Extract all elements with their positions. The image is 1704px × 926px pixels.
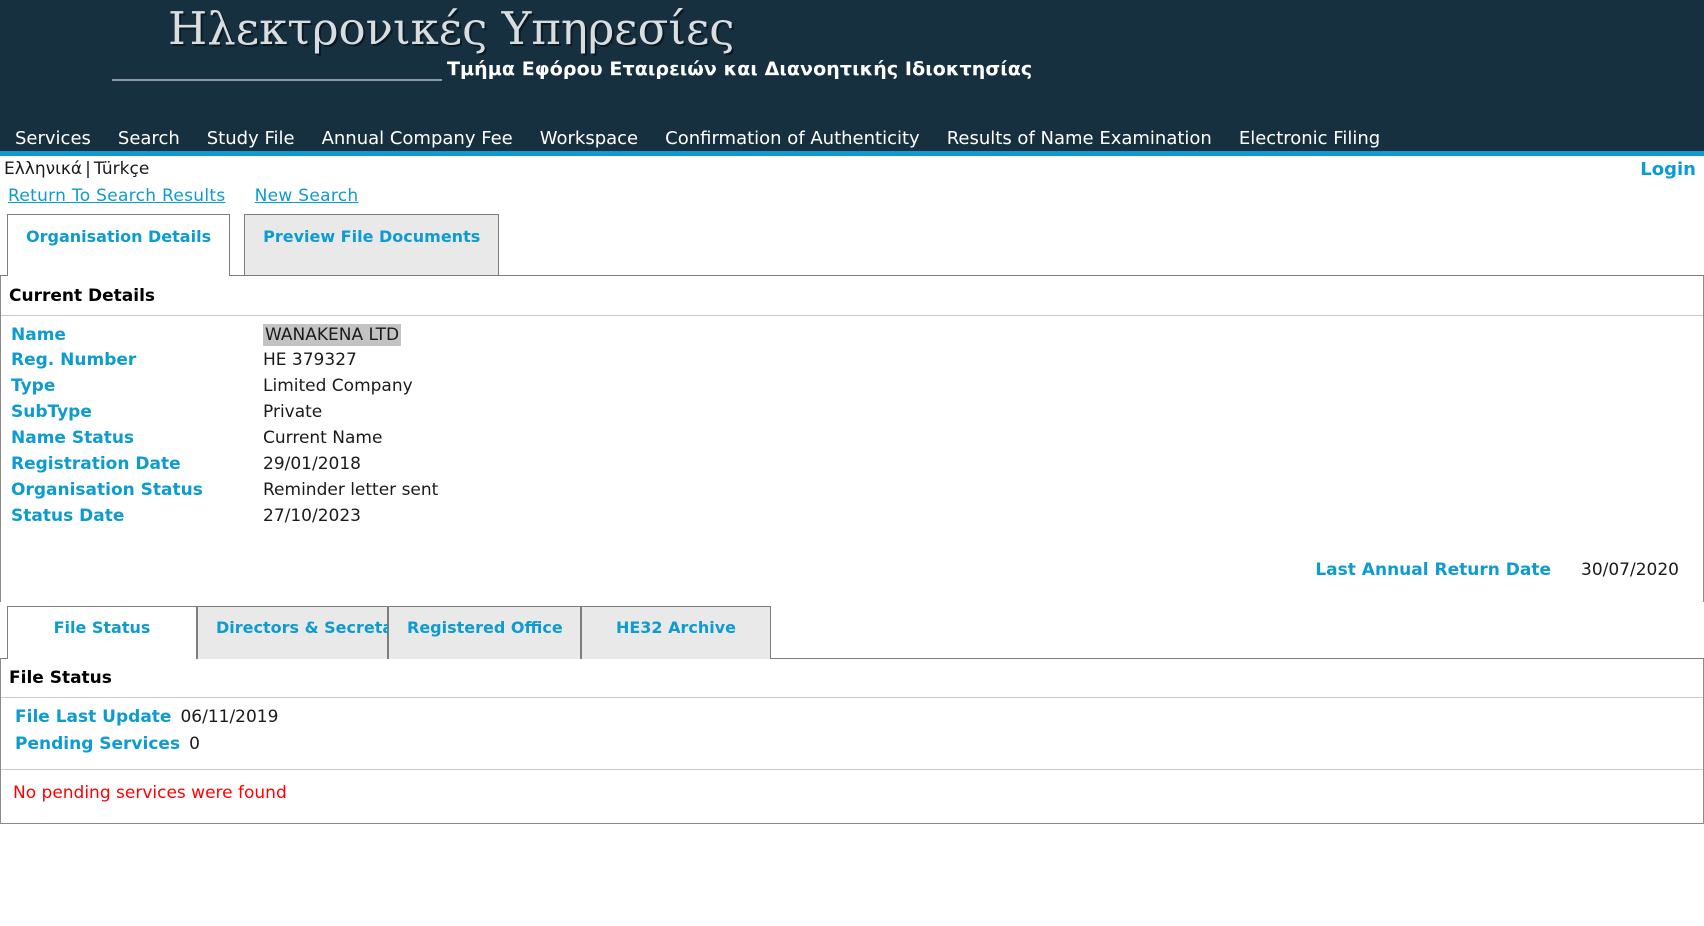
detail-label-organisation-status: Organisation Status: [11, 480, 203, 500]
tab-preview-file-documents-label: Preview File Documents: [263, 227, 481, 246]
detail-row-name: Name WANAKENA LTD: [1, 324, 1703, 350]
subtab-he32-archive[interactable]: HE32 Archive: [581, 606, 771, 659]
file-last-update-label: File Last Update: [15, 707, 172, 727]
detail-row-type: Type Limited Company: [1, 376, 1703, 402]
language-separator: |: [85, 159, 91, 179]
detail-row-organisation-status: Organisation Status Reminder letter sent: [1, 480, 1703, 506]
file-last-update-value: 06/11/2019: [180, 707, 279, 727]
detail-row-name-status: Name Status Current Name: [1, 428, 1703, 454]
current-details-title: Current Details: [1, 276, 1703, 316]
detail-value-name-status: Current Name: [263, 428, 383, 448]
subtab-directors-and-secretaries[interactable]: Directors & Secretaries: [197, 606, 427, 659]
file-status-title: File Status: [1, 659, 1703, 698]
detail-value-registration-date: 29/01/2018: [263, 454, 361, 474]
brand-subtitle: Τμήμα Εφόρου Εταιρειών και Διανοητικής Ι…: [447, 58, 1033, 80]
detail-row-subtype: SubType Private: [1, 402, 1703, 428]
detail-value-reg-number: HE 379327: [263, 350, 357, 370]
language-link-turkish[interactable]: Türkçe: [94, 159, 149, 179]
nav-item-services[interactable]: Services: [2, 128, 105, 150]
last-annual-return-row: Last Annual Return Date 30/07/2020: [1, 536, 1703, 602]
detail-value-type: Limited Company: [263, 376, 413, 396]
action-links-bar: Return To Search Results New Search: [0, 182, 1704, 214]
detail-label-subtype: SubType: [11, 402, 92, 422]
brand-title: Ηλεκτρονικές Υπηρεσίες: [168, 2, 735, 55]
subtab-registered-office-label: Registered Office: [407, 618, 563, 637]
nav-item-results-of-name-examination[interactable]: Results of Name Examination: [934, 128, 1226, 150]
current-details-rows: Name WANAKENA LTD Reg. Number HE 379327 …: [1, 316, 1703, 536]
detail-row-registration-date: Registration Date 29/01/2018: [1, 454, 1703, 480]
nav-item-study-file[interactable]: Study File: [194, 128, 309, 150]
detail-label-registration-date: Registration Date: [11, 454, 181, 474]
detail-row-reg-number: Reg. Number HE 379327: [1, 350, 1703, 376]
file-status-rows: File Last Update 06/11/2019 Pending Serv…: [1, 698, 1703, 769]
nav-item-search[interactable]: Search: [105, 128, 194, 150]
file-status-panel: File Status File Last Update 06/11/2019 …: [0, 658, 1704, 824]
language-bar: Ελληνικά | Türkçe Login: [0, 156, 1704, 182]
login-link[interactable]: Login: [1640, 159, 1696, 180]
detail-value-status-date: 27/10/2023: [263, 506, 361, 526]
detail-label-name: Name: [11, 325, 66, 345]
tab-organisation-details[interactable]: Organisation Details: [7, 214, 231, 276]
main-navigation: Services Search Study File Annual Compan…: [0, 128, 1704, 156]
last-annual-return-value: 30/07/2020: [1581, 560, 1679, 580]
current-details-panel: Current Details Name WANAKENA LTD Reg. N…: [0, 276, 1704, 602]
tab-panel-divider: [0, 275, 1704, 276]
detail-value-organisation-status: Reminder letter sent: [263, 480, 439, 500]
last-annual-return-label: Last Annual Return Date: [1315, 560, 1551, 580]
pending-services-value: 0: [189, 734, 200, 754]
subtab-he32-archive-label: HE32 Archive: [615, 618, 737, 637]
subtab-registered-office[interactable]: Registered Office: [388, 606, 581, 659]
no-pending-services-message: No pending services were found: [13, 783, 287, 803]
nav-item-annual-company-fee[interactable]: Annual Company Fee: [309, 128, 527, 150]
detail-label-reg-number: Reg. Number: [11, 350, 137, 370]
file-last-update-row: File Last Update 06/11/2019: [1, 707, 1703, 734]
detail-label-status-date: Status Date: [11, 506, 125, 526]
detail-label-name-status: Name Status: [11, 428, 135, 448]
new-search-link[interactable]: New Search: [255, 186, 359, 206]
language-link-greek[interactable]: Ελληνικά: [4, 159, 82, 179]
return-to-search-results-link[interactable]: Return To Search Results: [8, 186, 226, 206]
tab-organisation-details-label: Organisation Details: [26, 227, 212, 246]
nav-item-workspace[interactable]: Workspace: [527, 128, 652, 150]
subtab-file-status[interactable]: File Status: [7, 606, 197, 659]
nav-item-confirmation-of-authenticity[interactable]: Confirmation of Authenticity: [652, 128, 934, 150]
detail-row-status-date: Status Date 27/10/2023: [1, 506, 1703, 532]
site-header: Ηλεκτρονικές Υπηρεσίες Τμήμα Εφόρου Εται…: [0, 0, 1704, 128]
file-subtabstrip: File Status Directors & Secretaries Regi…: [0, 606, 1704, 659]
organisation-tabstrip: Organisation Details Preview File Docume…: [0, 214, 1704, 276]
brand-divider-rule: [112, 79, 442, 81]
detail-value-name: WANAKENA LTD: [263, 324, 402, 346]
pending-services-label: Pending Services: [15, 734, 181, 754]
nav-item-electronic-filing[interactable]: Electronic Filing: [1226, 128, 1394, 150]
subtab-file-status-label: File Status: [53, 618, 151, 637]
tab-preview-file-documents[interactable]: Preview File Documents: [244, 214, 500, 276]
detail-value-subtype: Private: [263, 402, 323, 422]
pending-services-row: Pending Services 0: [1, 734, 1703, 761]
detail-label-type: Type: [11, 376, 56, 396]
